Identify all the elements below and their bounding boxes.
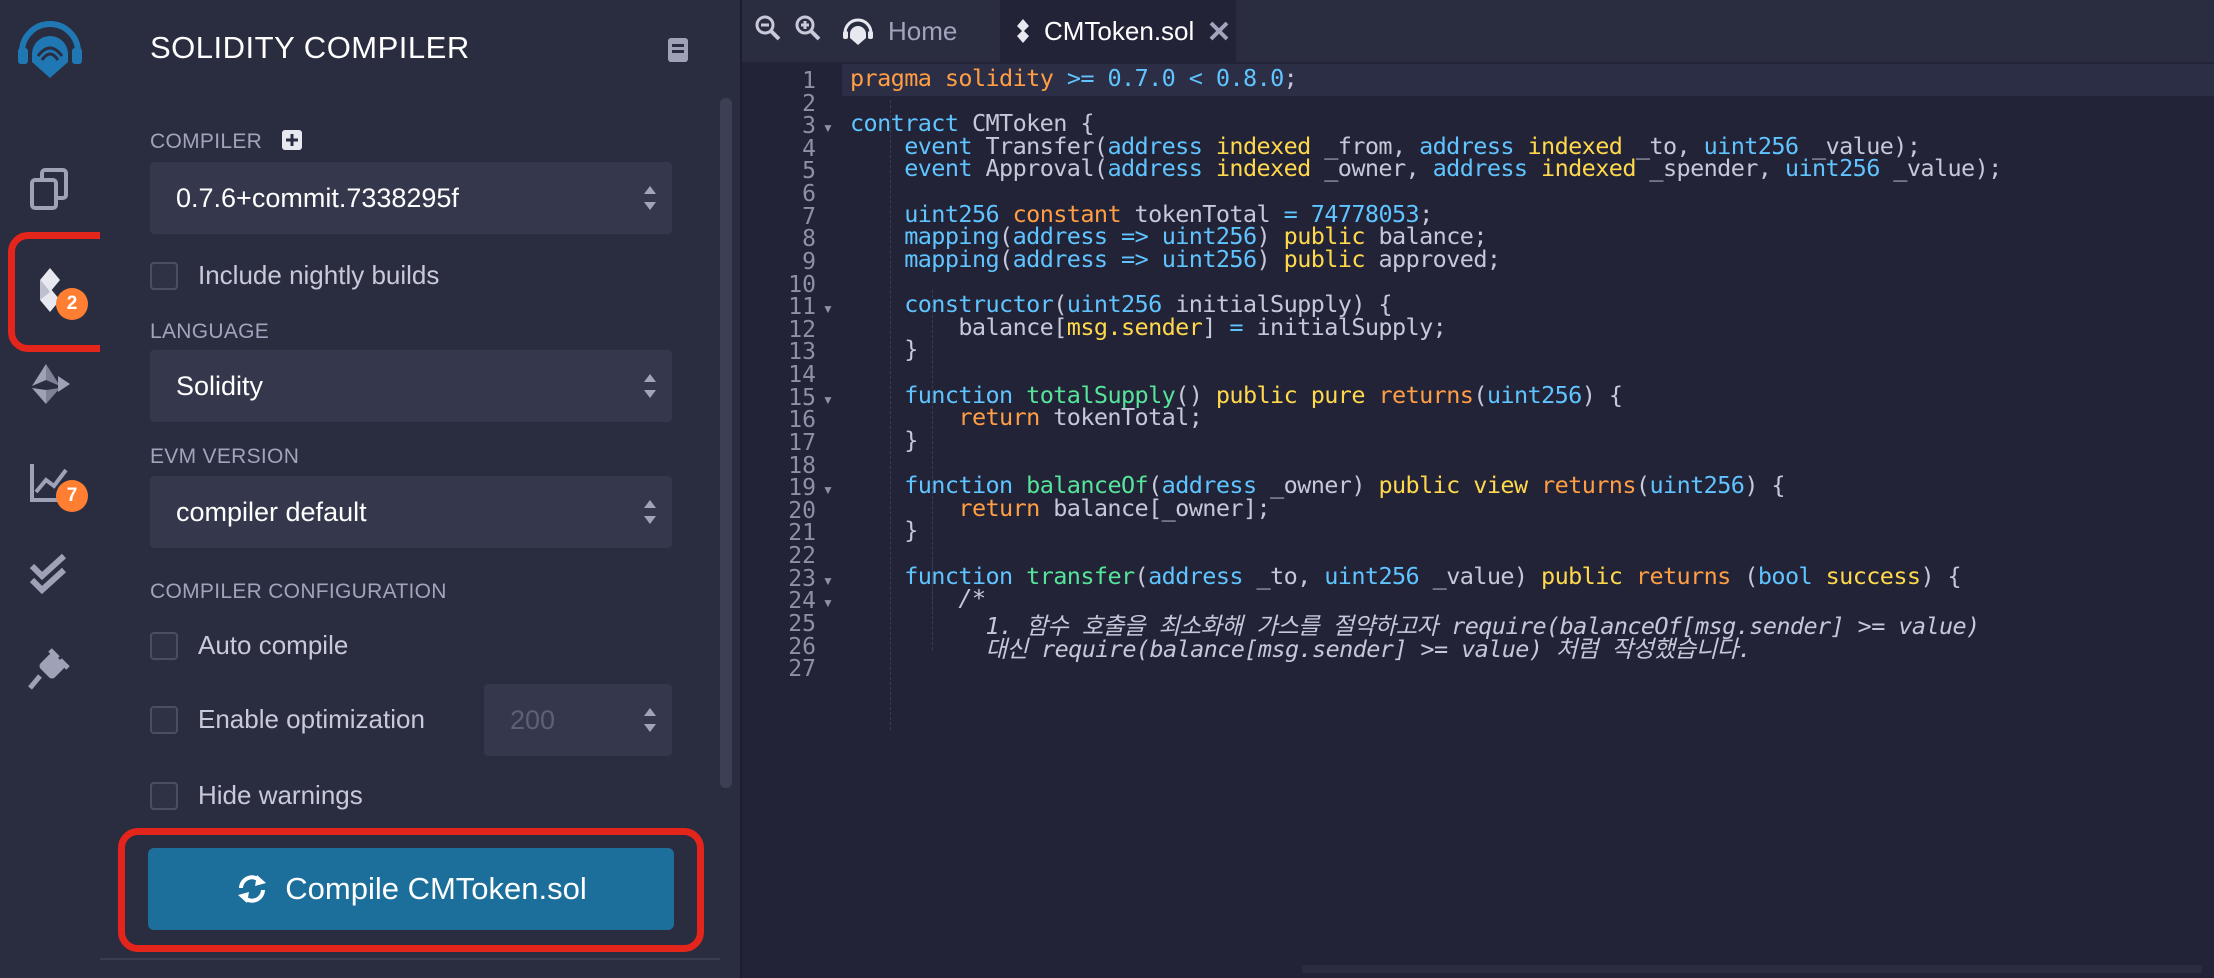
fold-arrow-icon[interactable]: ▼: [822, 483, 834, 497]
code-line: 대신 require(balance[msg.sender] >= value)…: [850, 634, 1752, 663]
auto-compile-label: Auto compile: [198, 630, 349, 660]
code-line: mapping(address => uint256) public appro…: [904, 244, 1501, 273]
hide-warnings-label: Hide warnings: [198, 780, 363, 810]
select-arrows-icon: [644, 186, 656, 210]
test-check-icon[interactable]: [22, 546, 78, 602]
stepper-arrows-icon[interactable]: [642, 706, 658, 734]
optimization-runs-input[interactable]: 200: [484, 684, 672, 756]
code-line: pragma solidity >= 0.7.0 < 0.8.0;: [850, 64, 1298, 92]
evm-version-label: EVM VERSION: [150, 445, 300, 468]
nightly-builds-label: Include nightly builds: [198, 260, 440, 290]
panel-title: SOLIDITY COMPILER: [150, 30, 470, 65]
tab-home[interactable]: Home: [842, 0, 957, 62]
highlight-box: [118, 828, 704, 952]
documentation-icon[interactable]: [666, 36, 690, 69]
evm-version-value: compiler default: [176, 496, 367, 527]
panel-divider: [100, 958, 720, 960]
code-line: event Approval(address indexed _owner, a…: [904, 154, 2002, 183]
horizontal-scrollbar[interactable]: [1302, 965, 2202, 973]
code-line: }: [850, 516, 918, 545]
language-value: Solidity: [176, 370, 264, 401]
fold-arrow-icon[interactable]: ▼: [822, 393, 834, 407]
fold-arrow-icon[interactable]: ▼: [822, 574, 834, 588]
file-explorer-icon[interactable]: [22, 160, 78, 216]
code-line: }: [850, 425, 918, 454]
line-number: 27: [788, 656, 816, 683]
solidity-file-icon: [1017, 19, 1029, 43]
analysis-icon[interactable]: 7: [22, 454, 88, 512]
tab-home-label: Home: [888, 15, 958, 46]
compiler-version-value: 0.7.6+commit.7338295f: [176, 182, 459, 213]
language-label: LANGUAGE: [150, 320, 270, 343]
optimization-runs-value: 200: [510, 704, 556, 735]
code-line: function transfer(address _to, uint256 _…: [904, 561, 1962, 590]
fold-arrow-icon[interactable]: ▼: [822, 121, 834, 135]
remix-logo-icon[interactable]: [18, 14, 82, 86]
language-select[interactable]: Solidity: [150, 350, 672, 422]
remix-home-icon: [843, 18, 873, 45]
panel-scrollbar[interactable]: [720, 98, 732, 788]
select-arrows-icon: [644, 500, 656, 524]
indent-guide: [932, 560, 933, 650]
auto-compile-checkbox[interactable]: [150, 631, 178, 660]
auto-compile-row[interactable]: Auto compile: [150, 630, 348, 661]
fold-arrow-icon[interactable]: ▼: [822, 302, 834, 316]
code-editor: Home CMToken.sol 1 2 3 ▼ 4 5 6 7 8 9 10 11 ▼ 12 13 14 15…: [742, 0, 2214, 978]
hide-warnings-checkbox[interactable]: [150, 781, 178, 810]
compiler-version-select[interactable]: 0.7.6+commit.7338295f: [150, 162, 672, 234]
plugin-manager-icon[interactable]: [22, 640, 78, 696]
nightly-builds-checkbox[interactable]: [150, 261, 178, 290]
indent-guide: [890, 100, 891, 730]
line-gutter: 1 2 3 ▼ 4 5 6 7 8 9 10 11 ▼ 12 13 14 15 ▼ 16 17 18 19 ▼ 20 21 22 2…: [742, 62, 842, 922]
zoom-in-icon[interactable]: [794, 14, 822, 47]
compiler-label: COMPILER: [150, 130, 263, 153]
tab-cmtoken[interactable]: CMToken.sol: [1000, 0, 1236, 62]
evm-version-select[interactable]: compiler default: [150, 476, 672, 548]
code-line: balance[msg.sender] = initialSupply;: [850, 312, 1447, 341]
select-arrows-icon: [644, 374, 656, 398]
nightly-builds-row[interactable]: Include nightly builds: [150, 260, 439, 291]
optimization-row[interactable]: Enable optimization: [150, 704, 425, 735]
analysis-badge: 7: [56, 480, 88, 512]
fold-arrow-icon[interactable]: ▼: [822, 596, 834, 610]
close-tab-icon[interactable]: [1208, 20, 1230, 42]
optimization-checkbox[interactable]: [150, 705, 178, 734]
compiler-config-label: COMPILER CONFIGURATION: [150, 580, 447, 603]
icon-rail: 2 7: [0, 0, 126, 978]
zoom-out-icon[interactable]: [754, 14, 782, 47]
add-compiler-icon[interactable]: [282, 130, 302, 150]
deploy-run-icon[interactable]: [22, 356, 78, 412]
compiler-panel: SOLIDITY COMPILER COMPILER 0.7.6+commit.…: [100, 0, 742, 978]
optimization-label: Enable optimization: [198, 704, 425, 734]
code-line: }: [850, 335, 918, 364]
editor-tabbar: Home CMToken.sol: [742, 0, 2214, 62]
hide-warnings-row[interactable]: Hide warnings: [150, 780, 363, 811]
tab-cmtoken-label: CMToken.sol: [1044, 15, 1195, 46]
